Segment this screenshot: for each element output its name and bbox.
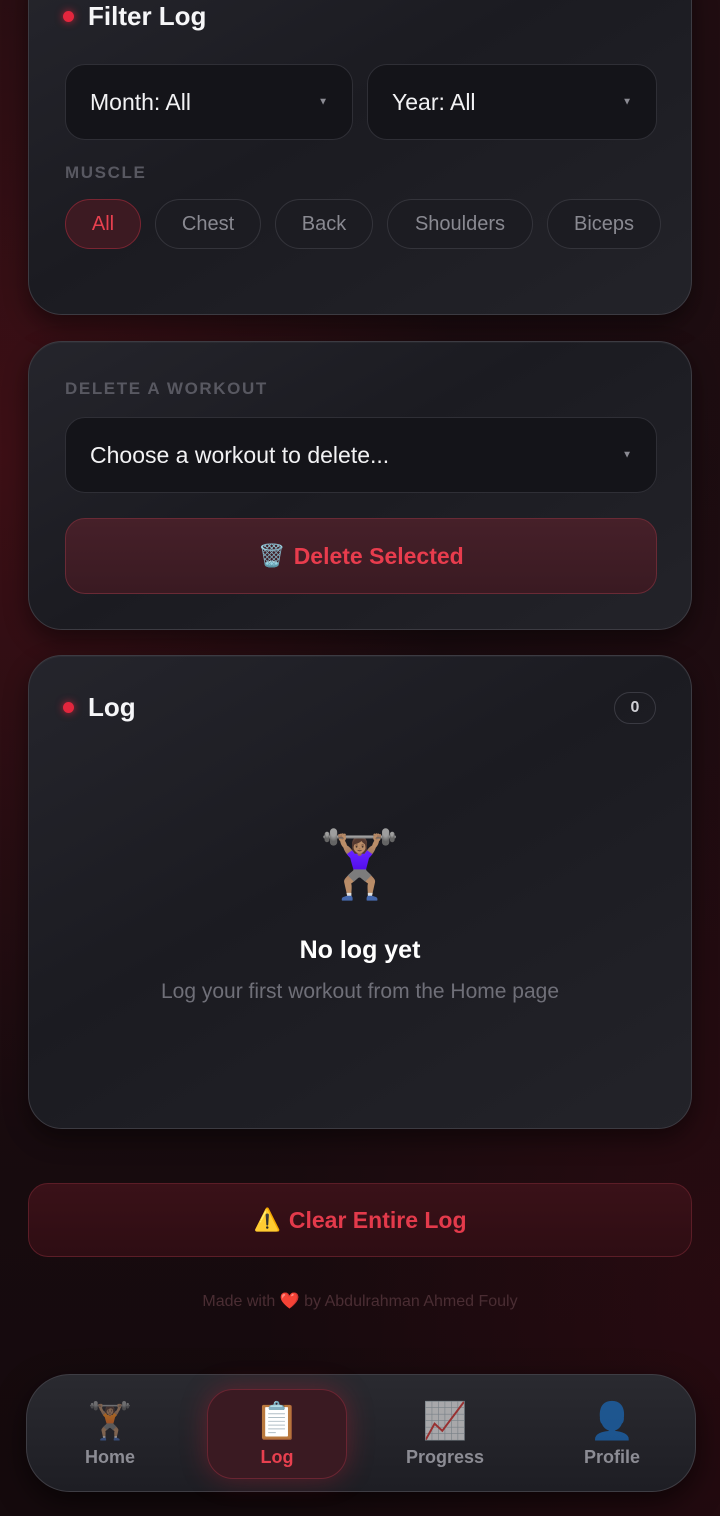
- year-select-value: Year: All: [392, 88, 476, 115]
- muscle-label: MUSCLE: [65, 163, 147, 182]
- weightlifter-icon: 🏋🏽: [87, 1399, 133, 1441]
- nav-item-log[interactable]: 📋 Log: [207, 1389, 347, 1479]
- status-dot-icon: [63, 702, 74, 713]
- bottom-nav: 🏋🏽 Home 📋 Log 📈 Progress 👤 Profile: [26, 1374, 696, 1492]
- nav-label-progress: Progress: [405, 1446, 485, 1467]
- empty-state-subtitle: Log your first workout from the Home pag…: [160, 980, 559, 1003]
- clipboard-icon: 📋: [254, 1399, 300, 1441]
- workout-delete-select[interactable]: Choose a workout to delete... ▼: [65, 417, 657, 493]
- nav-item-home[interactable]: 🏋🏽 Home: [40, 1389, 180, 1479]
- chevron-down-icon: ▼: [622, 449, 632, 461]
- month-select-value: Month: All: [90, 88, 191, 115]
- month-select[interactable]: Month: All ▼: [65, 64, 353, 140]
- delete-label: DELETE A WORKOUT: [65, 379, 268, 398]
- year-select[interactable]: Year: All ▼: [367, 64, 657, 140]
- trash-icon: 🗑️: [258, 543, 286, 568]
- user-icon: 👤: [589, 1399, 635, 1441]
- footer-prefix: Made with: [202, 1293, 276, 1310]
- footer-suffix: by Abdulrahman Ahmed Fouly: [304, 1293, 518, 1310]
- nav-label-home: Home: [84, 1446, 135, 1467]
- filter-card: Filter Log Month: All ▼ Year: All ▼ MUSC…: [28, 0, 692, 315]
- status-dot-icon: [63, 11, 74, 22]
- chevron-down-icon: ▼: [318, 96, 328, 108]
- delete-card: DELETE A WORKOUT Choose a workout to del…: [28, 341, 692, 630]
- weightlifter-icon: 🏋🏽‍♀️: [318, 827, 402, 901]
- filter-title: Filter Log: [88, 1, 207, 31]
- delete-selected-button[interactable]: 🗑️ Delete Selected: [65, 518, 657, 594]
- log-count-badge: 0: [614, 692, 656, 724]
- log-title-row: Log: [63, 692, 136, 723]
- filter-title-row: Filter Log: [63, 1, 206, 32]
- clear-log-label: Clear Entire Log: [288, 1206, 467, 1233]
- delete-selected-label: Delete Selected: [293, 542, 464, 569]
- chip-shoulders[interactable]: Shoulders: [387, 199, 533, 249]
- nav-label-profile: Profile: [583, 1446, 640, 1467]
- empty-state-title: No log yet: [299, 936, 421, 964]
- nav-item-profile[interactable]: 👤 Profile: [542, 1389, 682, 1479]
- log-title: Log: [88, 692, 136, 722]
- warning-icon: ⚠️: [253, 1207, 281, 1232]
- chart-icon: 📈: [422, 1399, 468, 1441]
- footer-credit: Made with ❤️ by Abdulrahman Ahmed Fouly: [0, 1291, 720, 1311]
- muscle-chip-group: All Chest Back Shoulders Biceps: [65, 199, 661, 249]
- chip-chest[interactable]: Chest: [155, 199, 261, 249]
- nav-item-progress[interactable]: 📈 Progress: [375, 1389, 515, 1479]
- heart-icon: ❤️: [279, 1293, 300, 1310]
- chevron-down-icon: ▼: [622, 96, 632, 108]
- chip-biceps[interactable]: Biceps: [547, 199, 661, 249]
- chip-all[interactable]: All: [65, 199, 141, 249]
- nav-label-log: Log: [260, 1446, 294, 1467]
- clear-log-button[interactable]: ⚠️ Clear Entire Log: [28, 1183, 692, 1257]
- workout-delete-select-value: Choose a workout to delete...: [90, 441, 390, 468]
- log-card: Log 0 🏋🏽‍♀️ No log yet Log your first wo…: [28, 655, 692, 1129]
- chip-back[interactable]: Back: [275, 199, 373, 249]
